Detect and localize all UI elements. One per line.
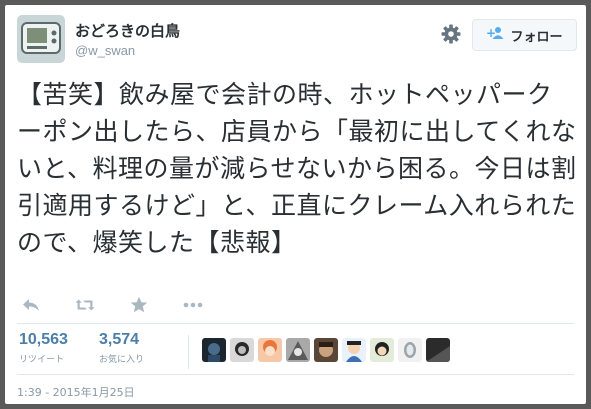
user-handle[interactable]: @w_swan (75, 43, 135, 58)
follow-button[interactable]: + フォロー (472, 19, 577, 51)
tweet-timestamp[interactable]: 1:39 - 2015年1月25日 (17, 384, 135, 400)
favoriter-avatar[interactable] (342, 338, 366, 362)
favoriter-avatar[interactable] (202, 338, 226, 362)
tweet-card: おどろきの白鳥 @w_swan + フォロー 【苦笑】飲み屋で会計の時、ホットペ… (5, 5, 586, 404)
favoriter-avatar[interactable] (370, 338, 394, 362)
favoriter-avatar[interactable] (230, 338, 254, 362)
tweet-text: 【苦笑】飲み屋で会計の時、ホットペッパークーポン出したら、店員から「最初に出して… (17, 80, 577, 257)
favorite-label: お気に入り (99, 355, 145, 365)
display-name[interactable]: おどろきの白鳥 (75, 20, 180, 41)
user-avatar[interactable] (17, 15, 65, 63)
retweet-count: 10,563 (19, 331, 68, 348)
favoriter-avatar[interactable] (286, 338, 310, 362)
divider (17, 323, 574, 324)
favoriter-avatar[interactable] (426, 338, 450, 362)
tweet-actions (21, 295, 237, 315)
retweet-label: リツイート (19, 355, 65, 365)
more-dots-icon[interactable] (183, 296, 203, 314)
add-user-icon: + (486, 26, 504, 44)
gear-icon[interactable] (441, 24, 461, 44)
stats-separator (188, 335, 189, 369)
favoriter-avatar[interactable] (314, 338, 338, 362)
reply-icon[interactable] (21, 296, 41, 314)
follow-label: フォロー (510, 29, 563, 45)
retweet-stat[interactable]: 10,563 リツイート (19, 331, 68, 365)
favoriter-avatars (202, 338, 450, 362)
favoriter-avatar[interactable] (398, 338, 422, 362)
retweet-icon[interactable] (75, 296, 95, 314)
favorite-star-icon[interactable] (129, 296, 149, 314)
favorite-stat[interactable]: 3,574 お気に入り (99, 331, 144, 365)
favoriter-avatar[interactable] (258, 338, 282, 362)
divider (17, 374, 574, 375)
favorite-count: 3,574 (99, 331, 140, 348)
